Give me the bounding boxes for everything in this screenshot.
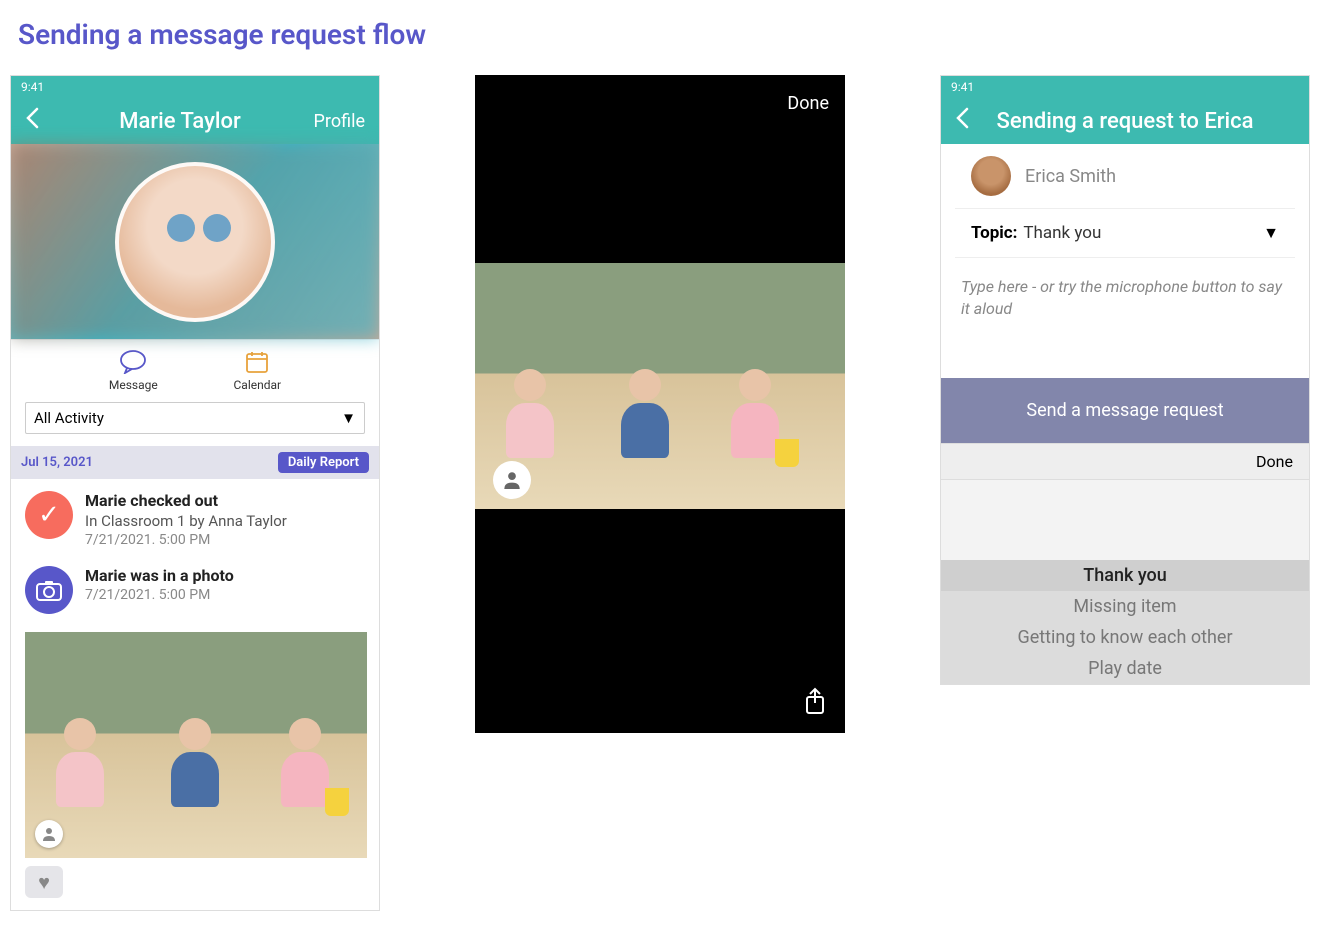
message-label: Message [109,378,158,392]
chevron-down-icon: ▼ [1263,223,1279,243]
topic-value: Thank you [1023,223,1263,243]
feed-subtitle: In Classroom 1 by Anna Taylor [85,512,287,530]
nav-title: Marie Taylor [55,109,305,134]
picker-item[interactable]: Getting to know each other [941,622,1309,653]
feed-timestamp: 7/21/2021. 5:00 PM [85,587,234,603]
actions-row: Message Calendar [11,339,379,396]
topic-picker[interactable]: Thank you Missing item Getting to know e… [941,560,1309,684]
photo-scene [25,632,367,858]
share-icon [803,687,827,715]
status-bar-time: 9:41 [941,76,1309,98]
checkmark-icon: ✓ [25,491,73,539]
keyboard-done-button[interactable]: Done [941,443,1309,480]
heart-icon: ♥ [38,870,50,895]
send-request-button[interactable]: Send a message request [941,378,1309,443]
message-icon [119,350,147,374]
picker-item[interactable]: Missing item [941,591,1309,622]
like-button[interactable]: ♥ [25,866,63,898]
filter-value: All Activity [34,409,104,427]
screen-profile: 9:41 Marie Taylor Profile Message Calend… [10,75,380,911]
recipient-name: Erica Smith [1025,166,1116,187]
daily-report-badge[interactable]: Daily Report [278,452,369,473]
camera-icon [25,566,73,614]
feed-item-photo[interactable]: Marie was in a photo 7/21/2021. 5:00 PM [25,566,365,614]
child-avatar[interactable] [115,162,275,322]
feed-body: Marie checked out In Classroom 1 by Anna… [85,491,287,548]
picker-item[interactable]: Thank you [941,560,1309,591]
filter-row: All Activity ▼ [11,396,379,446]
topic-select[interactable]: Topic: Thank you ▼ [955,209,1295,258]
calendar-label: Calendar [234,378,282,392]
feed-photo-thumbnail[interactable] [25,632,367,858]
feed-body: Marie was in a photo 7/21/2021. 5:00 PM [85,566,234,614]
date-header: Jul 15, 2021 Daily Report [11,446,379,479]
message-textarea[interactable]: Type here - or try the microphone button… [941,258,1309,378]
activity-feed: ✓ Marie checked out In Classroom 1 by An… [11,479,379,910]
share-button[interactable] [803,687,827,719]
feed-title: Marie checked out [85,491,287,510]
feed-timestamp: 7/21/2021. 5:00 PM [85,532,287,548]
recipient-row[interactable]: Erica Smith [955,144,1295,209]
picker-spacer [941,480,1309,560]
activity-filter-select[interactable]: All Activity ▼ [25,402,365,434]
topic-label: Topic: [971,223,1017,243]
calendar-icon [245,350,269,374]
hero-image [11,144,379,339]
photo-scene [475,263,845,509]
screen-photo-viewer: Done [475,75,845,733]
fullscreen-photo[interactable] [475,263,845,509]
person-icon [503,471,521,489]
tag-people-button[interactable] [493,461,531,499]
message-button[interactable]: Message [109,350,158,392]
nav-bar: Marie Taylor Profile [11,98,379,144]
chevron-down-icon: ▼ [341,409,356,427]
back-button[interactable] [25,107,55,135]
tag-people-button[interactable] [35,820,63,848]
profile-link[interactable]: Profile [305,111,365,132]
recipient-avatar [971,156,1011,196]
photo-top-bar: Done [475,75,845,132]
nav-title: Sending a request to Erica [985,109,1265,134]
nav-bar: Sending a request to Erica [941,98,1309,144]
calendar-button[interactable]: Calendar [234,350,282,392]
page-title: Sending a message request flow [18,18,1328,51]
back-button[interactable] [955,107,985,135]
screens-row: 9:41 Marie Taylor Profile Message Calend… [10,75,1328,911]
person-icon [42,827,56,841]
feed-title: Marie was in a photo [85,566,234,585]
status-bar-time: 9:41 [11,76,379,98]
done-button[interactable]: Done [787,93,829,114]
date-text: Jul 15, 2021 [21,455,93,470]
screen-send-request: 9:41 Sending a request to Erica Erica Sm… [940,75,1310,685]
feed-item-checkout[interactable]: ✓ Marie checked out In Classroom 1 by An… [25,491,365,548]
picker-item[interactable]: Play date [941,653,1309,684]
